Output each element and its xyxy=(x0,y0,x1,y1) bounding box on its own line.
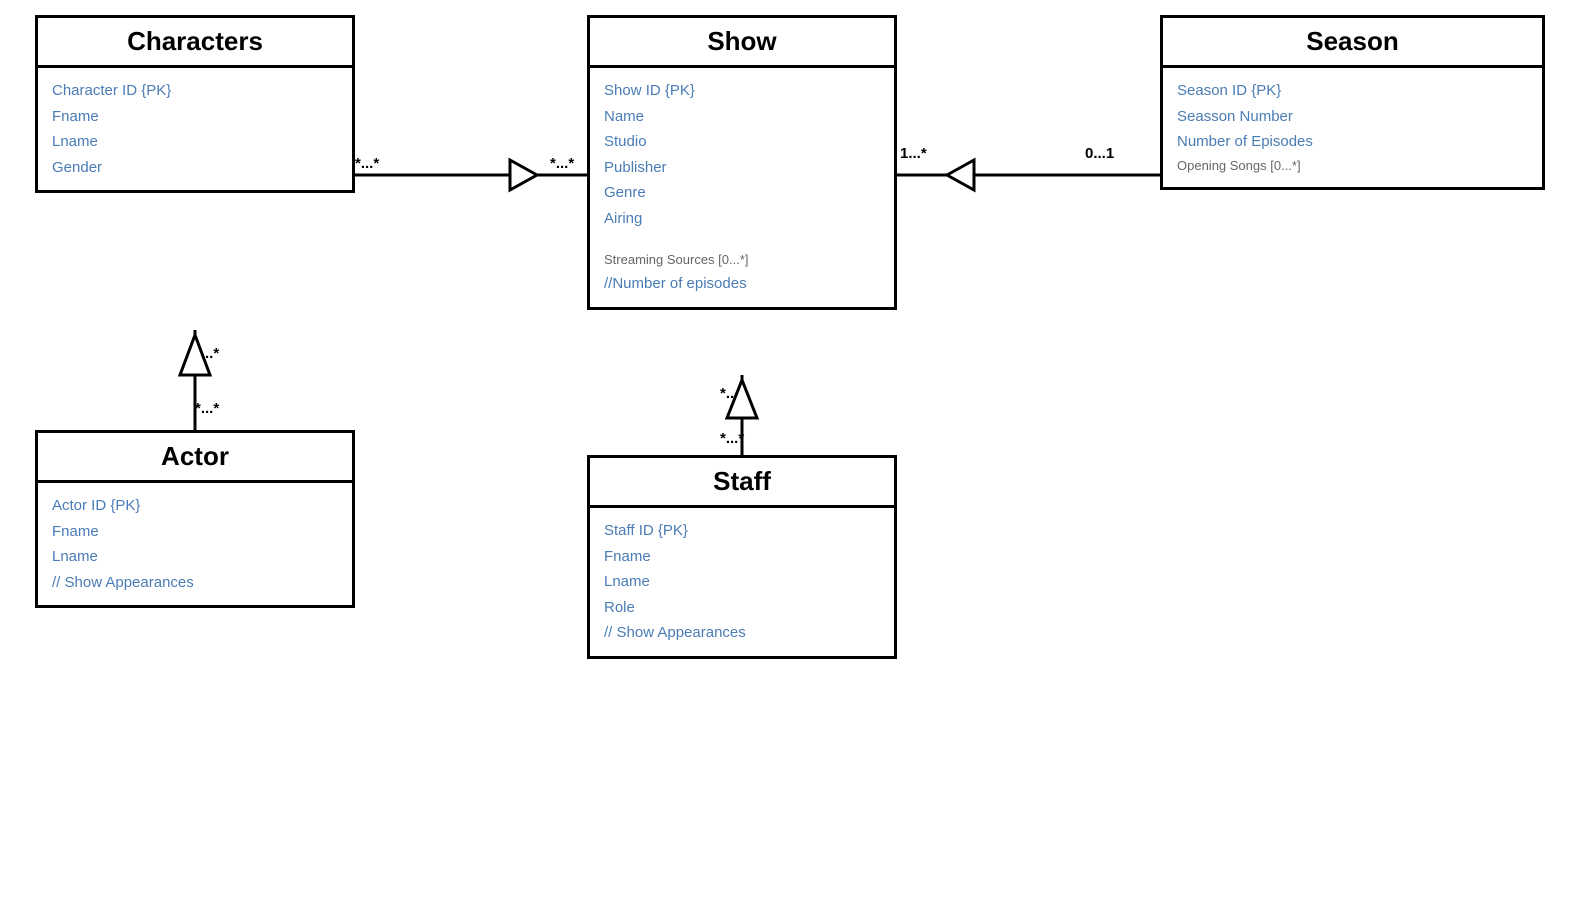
show-attr-6: Airing xyxy=(604,206,880,232)
entity-characters-body: Character ID {PK} Fname Lname Gender xyxy=(38,68,352,190)
staff-attr-4: Role xyxy=(604,595,880,621)
entity-season-header: Season xyxy=(1163,18,1542,68)
char-attr-1: Character ID {PK} xyxy=(52,78,338,104)
mult-staff-show-bottom: *...* xyxy=(720,430,744,447)
show-attr-4: Publisher xyxy=(604,155,880,181)
mult-show-season-right: 0...1 xyxy=(1085,145,1114,162)
char-attr-2: Fname xyxy=(52,104,338,130)
diagram-container: Characters Character ID {PK} Fname Lname… xyxy=(0,0,1578,904)
actor-attr-2: Fname xyxy=(52,519,338,545)
season-attr-4: Opening Songs [0...*] xyxy=(1177,155,1528,177)
entity-staff: Staff Staff ID {PK} Fname Lname Role // … xyxy=(587,455,897,659)
entity-actor-body: Actor ID {PK} Fname Lname // Show Appear… xyxy=(38,483,352,605)
season-attr-2: Seasson Number xyxy=(1177,104,1528,130)
show-attr-3: Studio xyxy=(604,129,880,155)
show-attr-7: Streaming Sources [0...*] xyxy=(604,249,880,271)
season-attr-3: Number of Episodes xyxy=(1177,129,1528,155)
mult-show-season-left: 1...* xyxy=(900,145,927,162)
entity-season-title: Season xyxy=(1306,26,1399,56)
show-attr-2: Name xyxy=(604,104,880,130)
staff-attr-2: Fname xyxy=(604,544,880,570)
mult-staff-show-top: *...* xyxy=(720,385,744,402)
mult-actor-chars-bottom: *...* xyxy=(195,400,219,417)
entity-actor: Actor Actor ID {PK} Fname Lname // Show … xyxy=(35,430,355,608)
mult-chars-show-right: *...* xyxy=(550,155,574,172)
entity-show-body: Show ID {PK} Name Studio Publisher Genre… xyxy=(590,68,894,307)
entity-show: Show Show ID {PK} Name Studio Publisher … xyxy=(587,15,897,310)
mult-actor-chars-top: *...* xyxy=(195,345,219,362)
entity-staff-title: Staff xyxy=(713,466,771,496)
entity-season-body: Season ID {PK} Seasson Number Number of … xyxy=(1163,68,1542,187)
staff-attr-5: // Show Appearances xyxy=(604,620,880,646)
actor-attr-3: Lname xyxy=(52,544,338,570)
entity-show-title: Show xyxy=(707,26,776,56)
staff-attr-1: Staff ID {PK} xyxy=(604,518,880,544)
mult-chars-show-left: *...* xyxy=(355,155,379,172)
actor-attr-1: Actor ID {PK} xyxy=(52,493,338,519)
char-attr-3: Lname xyxy=(52,129,338,155)
show-attr-8: //Number of episodes xyxy=(604,271,880,297)
entity-actor-header: Actor xyxy=(38,433,352,483)
entity-characters: Characters Character ID {PK} Fname Lname… xyxy=(35,15,355,193)
char-attr-4: Gender xyxy=(52,155,338,181)
actor-attr-4: // Show Appearances xyxy=(52,570,338,596)
entity-season: Season Season ID {PK} Seasson Number Num… xyxy=(1160,15,1545,190)
show-attr-5: Genre xyxy=(604,180,880,206)
entity-staff-body: Staff ID {PK} Fname Lname Role // Show A… xyxy=(590,508,894,656)
season-attr-1: Season ID {PK} xyxy=(1177,78,1528,104)
entity-actor-title: Actor xyxy=(161,441,229,471)
entity-characters-title: Characters xyxy=(127,26,263,56)
entity-characters-header: Characters xyxy=(38,18,352,68)
staff-attr-3: Lname xyxy=(604,569,880,595)
entity-show-header: Show xyxy=(590,18,894,68)
show-attr-1: Show ID {PK} xyxy=(604,78,880,104)
entity-staff-header: Staff xyxy=(590,458,894,508)
